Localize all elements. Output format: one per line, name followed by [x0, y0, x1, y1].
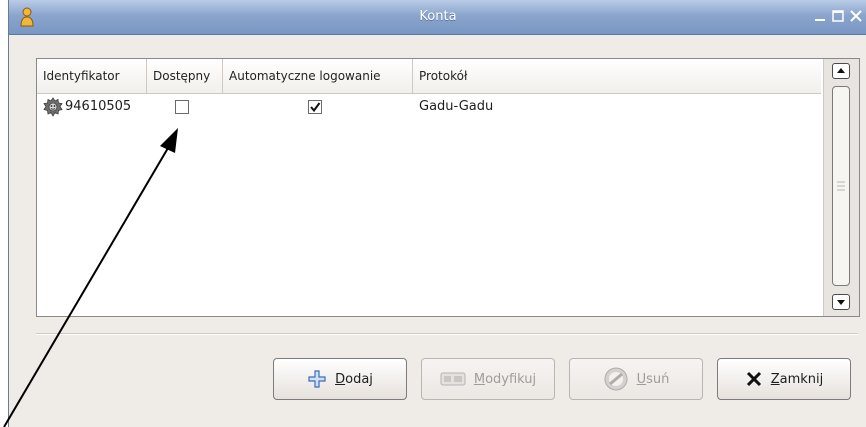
available-checkbox[interactable] — [175, 100, 189, 114]
x-icon — [746, 371, 761, 387]
remove-button[interactable]: Usuń — [569, 358, 703, 400]
scrollbar-thumb[interactable] — [832, 86, 850, 286]
arrow-up-icon — [837, 68, 845, 73]
plus-icon — [308, 370, 326, 388]
account-identifier: 94610505 — [65, 99, 132, 114]
modify-button-label: Modyfikuj — [473, 371, 537, 387]
grip-icon — [837, 181, 845, 191]
table-row[interactable]: 94610505 Gadu-Gadu — [37, 95, 821, 119]
list-header: Identyfikator Dostępny Automatyczne logo… — [37, 59, 821, 94]
add-button-label: Dodaj — [335, 371, 373, 387]
accounts-window: Konta Identyfikator Dostępny Automatyczn… — [8, 0, 866, 427]
maximize-icon[interactable] — [831, 9, 845, 23]
column-header-protocol[interactable]: Protokół — [413, 59, 821, 93]
modify-button[interactable]: Modyfikuj — [421, 358, 555, 400]
scroll-up-button[interactable] — [832, 63, 850, 79]
remove-button-label: Usuń — [636, 371, 670, 387]
forbidden-icon — [604, 367, 628, 391]
account-protocol: Gadu-Gadu — [419, 99, 494, 114]
window-title: Konta — [419, 9, 457, 24]
column-header-identifier[interactable]: Identyfikator — [37, 59, 147, 93]
close-button-label: Zamknij — [770, 371, 824, 387]
auto-login-checkbox[interactable] — [308, 100, 322, 114]
checkmark-icon — [310, 102, 321, 113]
arrow-down-icon — [837, 300, 845, 305]
gear-icon — [43, 97, 63, 117]
title-bar[interactable]: Konta — [9, 0, 866, 35]
close-icon[interactable] — [849, 9, 863, 23]
close-button[interactable]: Zamknij — [717, 358, 851, 400]
column-header-auto-login[interactable]: Automatyczne logowanie — [223, 59, 413, 93]
separator — [36, 333, 858, 335]
add-button[interactable]: Dodaj — [273, 358, 407, 400]
column-header-available[interactable]: Dostępny — [147, 59, 223, 93]
minimize-icon[interactable] — [813, 9, 827, 23]
scroll-down-button[interactable] — [832, 294, 850, 310]
edit-icon — [440, 372, 466, 386]
vertical-scrollbar[interactable] — [823, 59, 859, 316]
accounts-list[interactable]: Identyfikator Dostępny Automatyczne logo… — [36, 58, 860, 317]
